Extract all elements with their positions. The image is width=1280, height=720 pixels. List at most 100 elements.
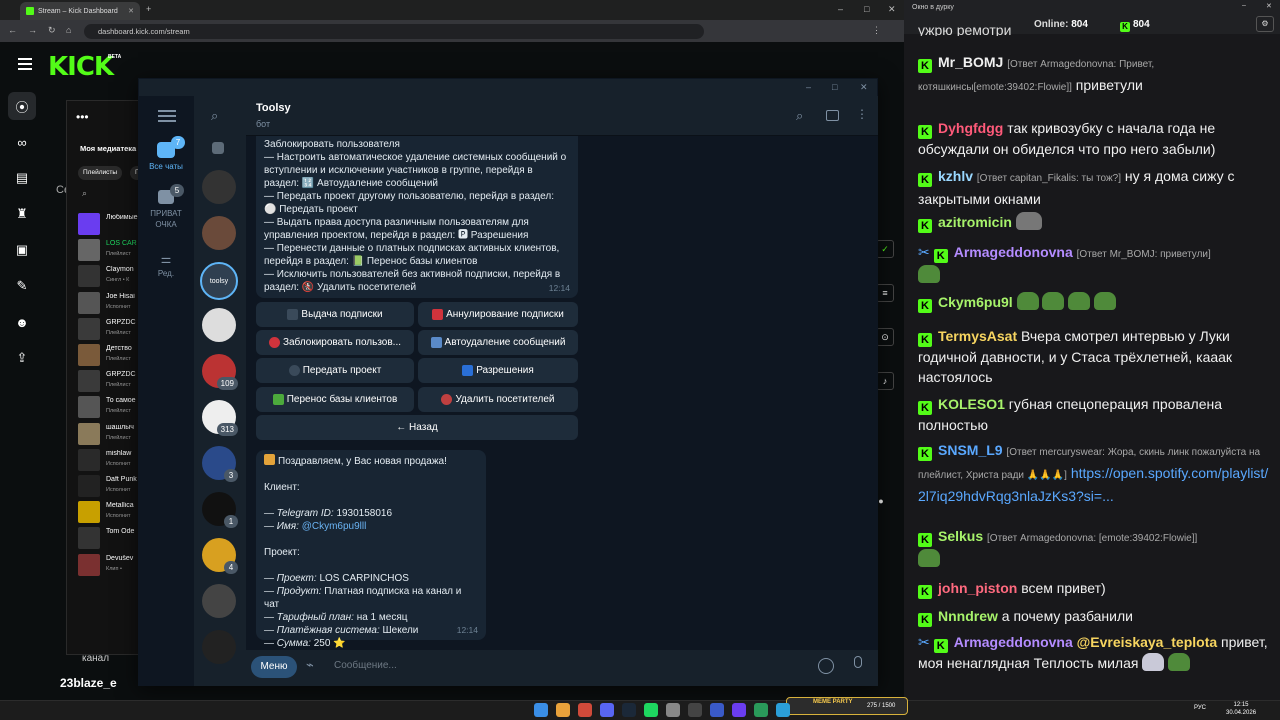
chat-username[interactable]: Ckym6pu9l xyxy=(938,294,1013,310)
tg-menu-icon[interactable] xyxy=(158,110,176,122)
chat-username[interactable]: Mr_BOMJ xyxy=(938,54,1003,70)
chat-settings-icon[interactable]: ⚙ xyxy=(1256,16,1274,32)
sidebar-toggle-icon[interactable] xyxy=(826,110,839,121)
folder-private[interactable]: 5 ПРИВАТ ОЧКА xyxy=(142,184,190,230)
close-tab-icon[interactable]: ✕ xyxy=(128,7,134,15)
chat-avatar[interactable]: 313 xyxy=(202,400,238,436)
tg-maximize-button[interactable]: □ xyxy=(832,82,837,92)
browser-icon[interactable] xyxy=(578,703,592,717)
chat-username[interactable]: Selkus xyxy=(938,528,983,544)
folder-all-chats[interactable]: 7 Все чаты xyxy=(142,136,190,171)
wrench-icon[interactable]: ✎ xyxy=(8,272,36,300)
app-icon[interactable] xyxy=(688,703,702,717)
archive-icon[interactable] xyxy=(212,142,224,154)
chat-username[interactable]: Armageddonovna xyxy=(954,634,1073,650)
trophy-icon[interactable]: ♜ xyxy=(8,200,36,228)
kb-transfer-project[interactable]: Передать проект xyxy=(256,358,414,383)
telegram-icon[interactable] xyxy=(776,703,790,717)
bot-menu-button[interactable]: Меню xyxy=(251,656,297,678)
chat-avatar[interactable] xyxy=(202,308,236,342)
attach-icon[interactable]: ⌁ xyxy=(306,657,314,673)
message-input[interactable]: Сообщение... xyxy=(334,660,397,671)
browser-tab[interactable]: Stream – Kick Dashboard ✕ xyxy=(20,2,140,20)
chat-username[interactable]: Nnndrew xyxy=(938,608,998,624)
tg-search-icon[interactable]: ⌕ xyxy=(211,108,218,124)
layout-icon[interactable]: ▣ xyxy=(8,236,36,264)
language-indicator[interactable]: РУС xyxy=(1194,705,1206,711)
side-toggle-icon[interactable]: ⊙ xyxy=(876,328,894,346)
chat-username[interactable]: SNSM_L9 xyxy=(938,442,1003,458)
chat-username[interactable]: TermysAsat xyxy=(938,328,1017,344)
start-icon[interactable] xyxy=(534,703,548,717)
broadcast-icon[interactable]: ⦿ xyxy=(8,92,36,120)
reload-icon[interactable]: ↻ xyxy=(48,25,56,36)
kick-logo[interactable]: KICK xyxy=(48,52,114,82)
users-icon[interactable]: ☻ xyxy=(8,308,36,336)
chat-avatar[interactable]: 1 xyxy=(202,492,238,528)
chat-username[interactable]: kzhlv xyxy=(938,168,973,184)
kb-permissions[interactable]: Разрешения xyxy=(418,358,578,383)
channel-username[interactable]: 23blaze_e xyxy=(60,676,117,690)
chrome-icon[interactable] xyxy=(556,703,570,717)
kb-issue-subscription[interactable]: Выдача подписки xyxy=(256,302,414,327)
chart-icon[interactable]: ▤ xyxy=(8,164,36,192)
folder-edit[interactable]: ⚌ Ред. xyxy=(142,252,190,278)
chat-avatar[interactable]: 3 xyxy=(202,446,238,482)
kb-transfer-clients[interactable]: Перенос базы клиентов xyxy=(256,387,414,412)
forward-icon[interactable]: → xyxy=(28,25,37,35)
chat-avatar[interactable] xyxy=(202,584,236,618)
upload-icon[interactable]: ⇪ xyxy=(8,344,36,372)
hamburger-menu-icon[interactable] xyxy=(18,58,32,70)
spotify-icon[interactable] xyxy=(644,703,658,717)
minimize-button[interactable]: – xyxy=(838,4,843,14)
new-tab-icon[interactable]: + xyxy=(146,4,151,14)
close-window-button[interactable]: ✕ xyxy=(888,4,896,15)
microphone-icon[interactable] xyxy=(854,656,862,668)
filter-playlists[interactable]: Плейлисты xyxy=(78,166,123,180)
chat-username[interactable]: KOLESO1 xyxy=(938,396,1005,412)
kb-cancel-subscription[interactable]: Аннулирование подписки xyxy=(418,302,578,327)
chat-title[interactable]: Toolsy xyxy=(256,102,291,114)
back-icon[interactable]: ← xyxy=(8,25,17,35)
search-icon[interactable]: ⌕ xyxy=(82,188,87,199)
home-icon[interactable]: ⌂ xyxy=(66,25,71,35)
kb-block-user[interactable]: Заблокировать пользов... xyxy=(256,330,414,355)
chat-avatar[interactable] xyxy=(202,630,236,664)
kb-auto-delete[interactable]: Автоудаление сообщений xyxy=(418,330,578,355)
more-options-icon[interactable]: ••• xyxy=(76,110,89,124)
chat-more-icon[interactable]: ⋮ xyxy=(856,107,868,121)
app-icon[interactable] xyxy=(666,703,680,717)
clock[interactable]: 12:15 30.04.2026 xyxy=(1226,701,1256,717)
client-username-link[interactable]: @Ckym6pu9lll xyxy=(302,521,367,532)
meme-party-widget[interactable]: MEME PARTY 275 / 1500 xyxy=(786,697,908,715)
steam-icon[interactable] xyxy=(622,703,636,717)
side-tool-icon[interactable]: ✓ xyxy=(876,240,894,258)
discord-icon[interactable] xyxy=(600,703,614,717)
address-bar[interactable]: dashboard.kick.com/stream xyxy=(84,24,704,39)
chat-minimize-button[interactable]: – xyxy=(1242,2,1246,9)
app-icon[interactable] xyxy=(754,703,768,717)
kb-back[interactable]: ← Назад xyxy=(256,415,578,440)
menu-kebab-icon[interactable]: ⋮ xyxy=(872,25,881,36)
chat-avatar[interactable] xyxy=(202,216,236,250)
app-icon[interactable] xyxy=(710,703,724,717)
link-icon[interactable]: ∞ xyxy=(8,128,36,156)
chat-avatar[interactable]: 109 xyxy=(202,354,238,390)
chat-username[interactable]: john_piston xyxy=(938,580,1017,596)
tg-minimize-button[interactable]: – xyxy=(806,82,811,92)
kb-remove-visitors[interactable]: Удалить посетителей xyxy=(418,387,578,412)
side-list-icon[interactable]: ≡ xyxy=(876,284,894,302)
chat-username[interactable]: Armageddonovna xyxy=(954,244,1073,260)
maximize-button[interactable]: □ xyxy=(864,4,869,14)
chat-avatar[interactable]: toolsy xyxy=(200,262,238,300)
emoji-icon[interactable] xyxy=(818,658,834,674)
chat-username[interactable]: azitromicin xyxy=(938,214,1012,230)
chat-close-button[interactable]: ✕ xyxy=(1266,2,1272,10)
chat-avatar[interactable] xyxy=(202,170,236,204)
app-icon[interactable] xyxy=(732,703,746,717)
mention[interactable]: @Evreiskaya_teplota xyxy=(1077,634,1218,650)
chat-avatar[interactable]: 4 xyxy=(202,538,238,574)
chat-username[interactable]: Dyhgfdgg xyxy=(938,120,1003,136)
tg-close-button[interactable]: ✕ xyxy=(860,82,868,93)
chat-search-icon[interactable]: ⌕ xyxy=(796,108,803,124)
